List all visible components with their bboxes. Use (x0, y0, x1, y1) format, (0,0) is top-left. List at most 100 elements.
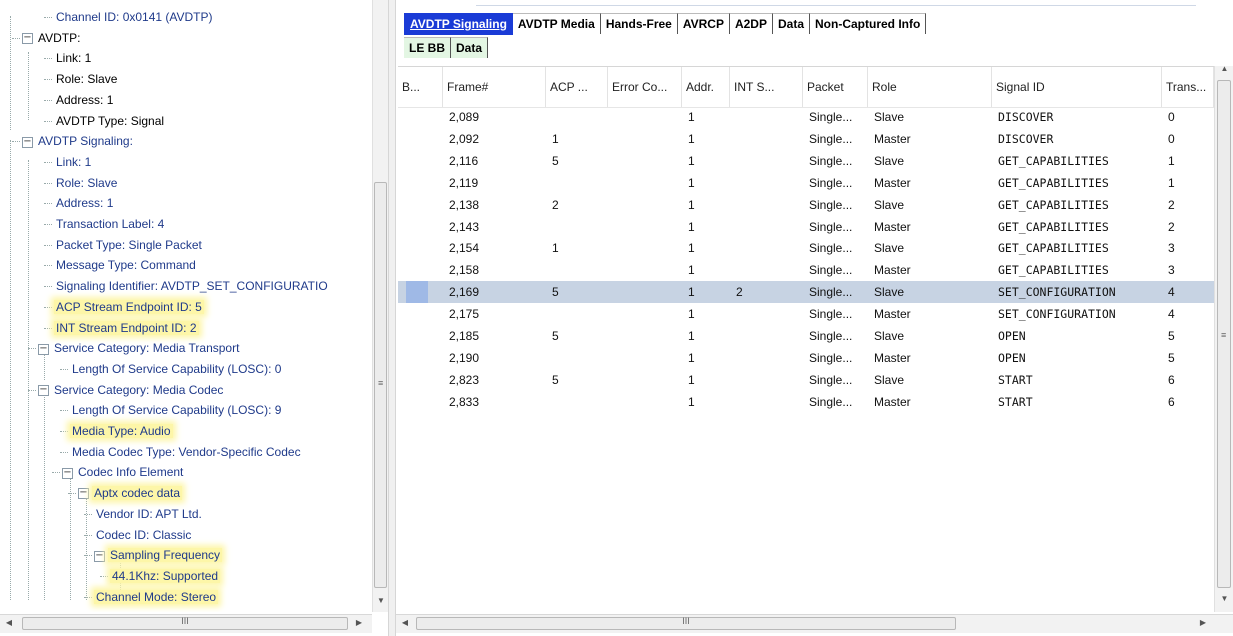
tree-node[interactable]: − Service Category: Media Transport (38, 338, 241, 358)
tree-node[interactable]: Vendor ID: APT Ltd. (94, 504, 204, 524)
table-row[interactable]: 2,116 5 1 Single... Slave GET_CAPABILITIES 1 (398, 150, 1214, 172)
tree-node[interactable]: Packet Type: Single Packet (54, 235, 204, 255)
table-cell: Slave (874, 197, 905, 212)
tree-horizontal-scroll-thumb[interactable]: III (22, 616, 348, 630)
pane-splitter[interactable] (388, 0, 396, 636)
column-header[interactable]: Packet (803, 67, 868, 107)
table-row[interactable]: 2,190 1 Single... Master OPEN 5 (398, 347, 1214, 369)
tree-node[interactable]: Address: 1 (54, 193, 115, 213)
tree-vertical-scroll-thumb[interactable]: ≡ (374, 182, 387, 588)
collapse-icon[interactable]: − (78, 488, 89, 500)
tab-le-bb[interactable]: LE BB (404, 37, 451, 58)
column-header[interactable]: Trans... (1162, 67, 1214, 107)
collapse-icon[interactable]: − (94, 550, 105, 562)
tree-node[interactable]: Link: 1 (54, 48, 93, 68)
table-row[interactable]: 2,169 5 1 2 Single... Slave SET_CONFIGURATION 4 (398, 281, 1214, 304)
grid-horizontal-scroll-thumb[interactable]: III (416, 616, 956, 630)
tab-hands-free[interactable]: Hands-Free (600, 13, 678, 34)
tree-node[interactable]: − AVDTP Signaling: (22, 131, 135, 151)
scroll-right-arrow-icon[interactable]: ▶ (352, 618, 366, 627)
tab-a2dp[interactable]: A2DP (729, 13, 773, 34)
tree-node[interactable]: Codec ID: Classic (94, 525, 193, 545)
column-header[interactable]: INT S... (730, 67, 803, 107)
tree-node[interactable]: Length Of Service Capability (LOSC): 9 (70, 400, 283, 420)
table-row[interactable]: 2,175 1 Single... Master SET_CONFIGURATION 4 (398, 303, 1214, 325)
tree-node[interactable]: Media Codec Type: Vendor-Specific Codec (70, 442, 303, 462)
column-header[interactable]: Addr. (682, 67, 730, 107)
tree-node[interactable]: Transaction Label: 4 (54, 214, 166, 234)
table-row[interactable]: 2,138 2 1 Single... Slave GET_CAPABILITIES 2 (398, 194, 1214, 216)
table-row[interactable]: 2,823 5 1 Single... Slave START 6 (398, 369, 1214, 391)
column-header[interactable]: ACP ... (546, 67, 608, 107)
scroll-left-arrow-icon[interactable]: ◀ (2, 618, 16, 627)
table-row[interactable]: 2,143 1 Single... Master GET_CAPABILITIES 2 (398, 216, 1214, 238)
tree-horizontal-scrollbar[interactable]: ◀ III ▶ (0, 614, 372, 633)
tab-non-captured-info[interactable]: Non-Captured Info (810, 13, 927, 34)
table-row[interactable]: 2,833 1 Single... Master START 6 (398, 391, 1214, 413)
tab-avrcp[interactable]: AVRCP (677, 13, 730, 34)
tree-node[interactable]: − Sampling Frequency (94, 545, 223, 565)
tree-node[interactable]: Signaling Identifier: AVDTP_SET_CONFIGUR… (54, 276, 330, 296)
column-header[interactable]: Error Co... (608, 67, 682, 107)
table-cell: 2,092 (449, 131, 480, 146)
collapse-icon[interactable]: − (22, 136, 33, 148)
tab-data[interactable]: Data (451, 37, 489, 58)
table-row[interactable]: 2,185 5 1 Single... Slave OPEN 5 (398, 325, 1214, 347)
tab-avdtp-signaling[interactable]: AVDTP Signaling (404, 13, 513, 35)
tree-node[interactable]: Channel ID: 0x0141 (AVDTP) (54, 7, 215, 27)
tree-node[interactable]: Media Type: Audio (70, 421, 173, 441)
scroll-left-arrow-icon[interactable]: ◀ (398, 618, 412, 627)
table-cell (548, 216, 610, 238)
table-cell (732, 259, 805, 281)
tree-node[interactable]: Role: Slave (54, 173, 119, 193)
tree-node[interactable]: AVDTP Type: Signal (54, 111, 166, 131)
table-cell (400, 391, 445, 413)
tab-avdtp-media[interactable]: AVDTP Media (512, 13, 601, 34)
tree-node[interactable]: ACP Stream Endpoint ID: 5 (54, 297, 204, 317)
collapse-icon[interactable]: − (38, 343, 49, 355)
grid-vertical-scrollbar[interactable]: ▲ ≡ ▼ (1214, 64, 1233, 612)
tree-node[interactable]: Message Type: Command (54, 255, 198, 275)
collapse-icon[interactable]: − (62, 467, 73, 479)
table-cell (732, 347, 805, 369)
table-cell: Single... (809, 110, 853, 124)
tree-node[interactable]: INT Stream Endpoint ID: 2 (54, 318, 199, 338)
scroll-down-arrow-icon[interactable]: ▼ (1215, 594, 1233, 603)
tab-strip-edge (476, 0, 1196, 6)
table-row[interactable]: 2,119 1 Single... Master GET_CAPABILITIES 1 (398, 172, 1214, 194)
tree-node[interactable]: − Aptx codec data (78, 483, 183, 503)
collapse-icon[interactable]: − (22, 33, 33, 45)
tree-node[interactable]: − Codec Info Element (62, 462, 185, 482)
column-header[interactable]: Frame# (443, 67, 546, 107)
table-cell: 2,154 (449, 241, 480, 256)
table-row[interactable]: 2,092 1 1 Single... Master DISCOVER 0 (398, 128, 1214, 150)
grid-vertical-scroll-thumb[interactable]: ≡ (1217, 80, 1231, 588)
tree-node[interactable]: − AVDTP: (22, 28, 82, 48)
tree-node[interactable]: Link: 1 (54, 152, 93, 172)
tree-node[interactable]: Channel Mode: Stereo (94, 587, 219, 607)
scroll-down-arrow-icon[interactable]: ▼ (373, 596, 388, 605)
tab-data[interactable]: Data (772, 13, 810, 34)
column-header[interactable]: Role (868, 67, 992, 107)
scroll-up-arrow-icon[interactable]: ▲ (1215, 64, 1233, 73)
grid-horizontal-scrollbar[interactable]: ◀ III ▶ (396, 614, 1233, 633)
table-cell: 1 (688, 372, 695, 387)
table-cell (732, 128, 805, 150)
scroll-right-arrow-icon[interactable]: ▶ (1196, 618, 1210, 627)
collapse-icon[interactable]: − (38, 384, 49, 396)
tree-node[interactable]: 44.1Khz: Supported (110, 566, 221, 586)
column-header[interactable]: B... (398, 67, 443, 107)
tree-node[interactable]: Address: 1 (54, 90, 115, 110)
tree-node[interactable]: Length Of Service Capability (LOSC): 0 (70, 359, 283, 379)
table-cell: 1 (688, 241, 695, 256)
tree-node[interactable]: Role: Slave (54, 69, 119, 89)
tree-node[interactable]: − Service Category: Media Codec (38, 380, 225, 400)
table-row[interactable]: 2,089 1 Single... Slave DISCOVER 0 (398, 106, 1214, 128)
table-cell (610, 259, 684, 281)
tree-vertical-scrollbar[interactable]: ≡ ▼ (372, 0, 388, 612)
table-row[interactable]: 2,158 1 Single... Master GET_CAPABILITIES 3 (398, 259, 1214, 281)
table-row[interactable]: 2,154 1 1 Single... Slave GET_CAPABILITIES 3 (398, 237, 1214, 259)
summary-pane: AVDTP Signaling AVDTP Media Hands-Free AVRC… (396, 0, 1233, 636)
table-cell: 2,823 (449, 372, 480, 387)
column-header[interactable]: Signal ID (992, 67, 1162, 107)
